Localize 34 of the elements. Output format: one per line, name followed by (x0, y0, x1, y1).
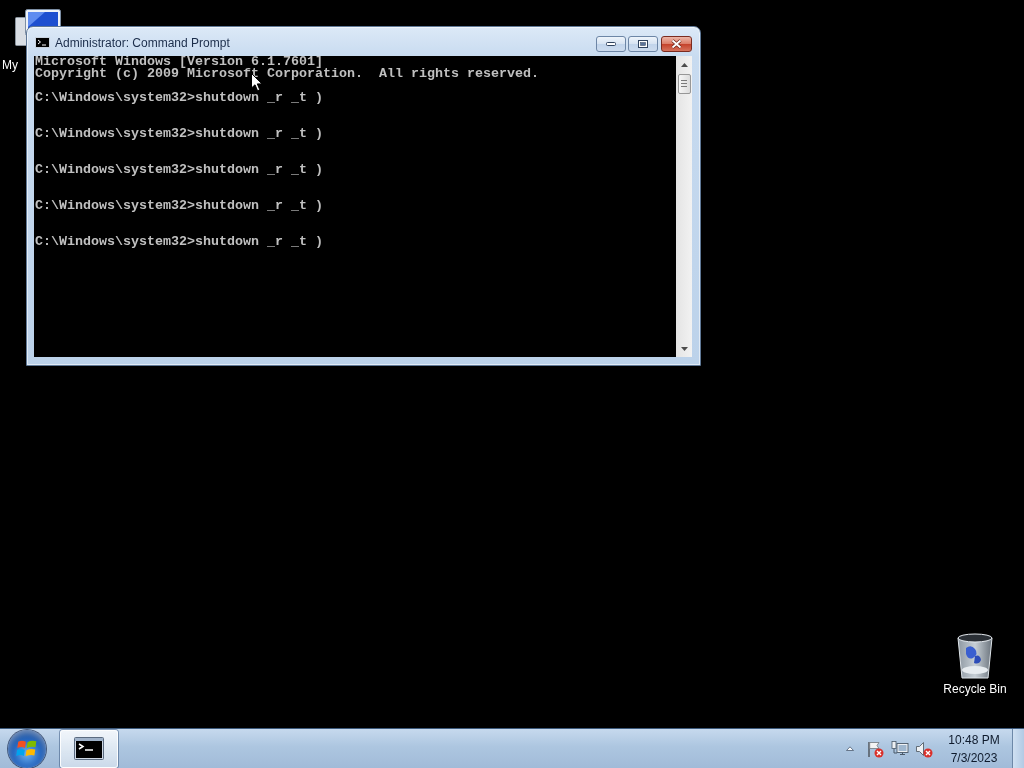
recycle-bin-icon[interactable] (955, 632, 995, 680)
speaker-with-x-icon (915, 739, 933, 758)
taskbar-button[interactable] (60, 729, 118, 768)
console-line: Copyright (c) 2009 Microsoft Corporation. All rights reserved. (35, 68, 539, 80)
flag-with-x-icon (866, 739, 884, 758)
console-icon (74, 737, 104, 760)
console-line: C:\Windows\system32>shutdown _r _t ) (35, 236, 323, 248)
network-button[interactable] (891, 739, 909, 758)
up-arrow-icon (680, 62, 688, 67)
action-center-button[interactable] (866, 739, 884, 758)
console-line: C:\Windows\system32>shutdown _r _t ) (35, 200, 323, 212)
clock-date[interactable]: 7/3/2023 (950, 748, 998, 767)
start-button[interactable] (8, 729, 46, 768)
clock-time[interactable]: 10:48 PM (948, 730, 1000, 749)
close-button[interactable] (661, 36, 692, 52)
desktop-icon-label[interactable]: My (2, 58, 18, 73)
close-icon (671, 39, 682, 49)
show-desktop-button[interactable] (1012, 729, 1024, 768)
console-line: C:\Windows\system32>shutdown _r _t ) (35, 164, 323, 176)
volume-button[interactable] (915, 739, 933, 758)
network-icon (891, 739, 909, 758)
minimize-button[interactable] (596, 36, 626, 52)
console-icon (35, 37, 50, 48)
maximize-button[interactable] (628, 36, 658, 52)
minimize-icon (606, 42, 616, 46)
console-line: C:\Windows\system32>shutdown _r _t ) (35, 92, 323, 104)
maximize-icon (638, 40, 648, 48)
four-pane-flag-icon (16, 738, 38, 759)
up-arrow-icon (846, 746, 854, 751)
down-arrow-icon (680, 346, 688, 351)
desktop-icon-label[interactable]: Recycle Bin (943, 681, 1007, 697)
console-line: C:\Windows\system32>shutdown _r _t ) (35, 128, 323, 140)
scrollbar-thumb[interactable] (677, 74, 691, 94)
window-title: Administrator: Command Prompt (55, 35, 230, 50)
